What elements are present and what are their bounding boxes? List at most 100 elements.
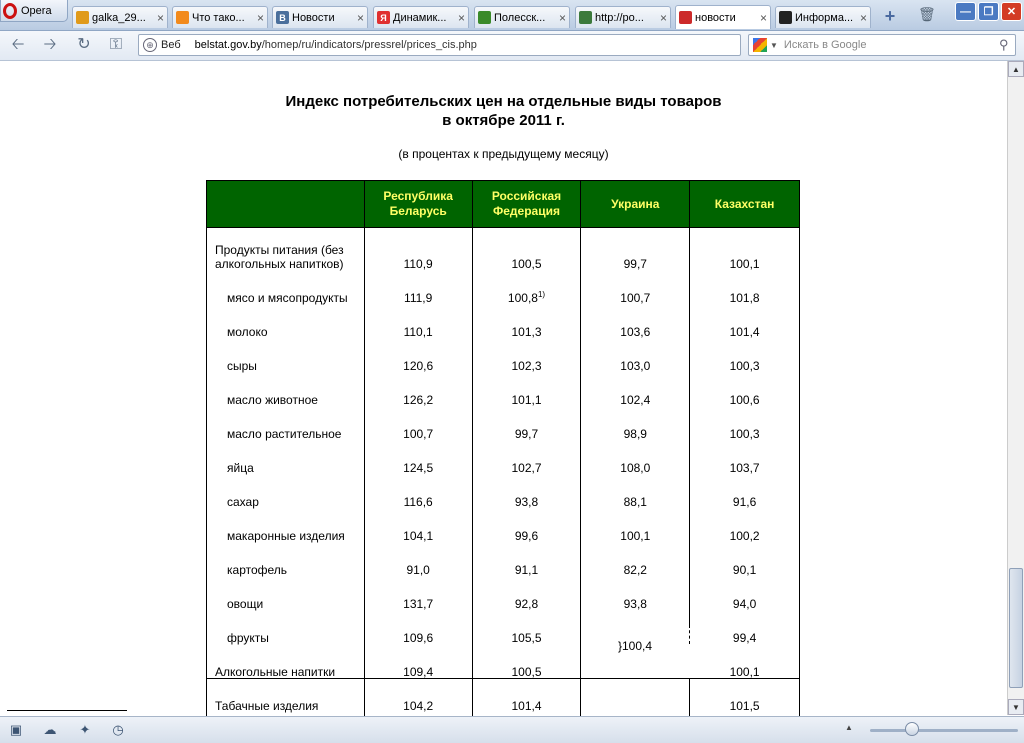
tab-title: Информа...	[795, 11, 854, 24]
close-window-button[interactable]: ✕	[1001, 2, 1022, 21]
tab-title: http://ро...	[595, 11, 644, 24]
price-index-table: Республика Беларусь Российская Федерация…	[206, 180, 800, 717]
new-tab-button[interactable]: +	[880, 7, 900, 26]
row-value: 99,7	[580, 227, 691, 274]
minimize-button[interactable]: —	[955, 2, 976, 21]
footnote-marker[interactable]: 1)	[538, 290, 545, 299]
tab-1[interactable]: Что тако... ×	[172, 6, 268, 28]
value-text: 100,2	[729, 529, 760, 543]
header-belarus: Республика Беларусь	[363, 180, 473, 228]
table-row: картофель 91,0 91,1 82,2 90,1	[206, 546, 800, 580]
forward-arrow-icon[interactable]: 🡢	[40, 35, 60, 55]
zoom-menu-icon[interactable]: ▲	[845, 723, 853, 732]
search-placeholder[interactable]: Искать в Google	[784, 39, 999, 51]
reload-icon[interactable]: ↻	[74, 35, 94, 55]
row-value: 93,8	[580, 580, 691, 614]
address-field[interactable]: ⊕ Веб belstat.gov.by/homep/ru/indicators…	[138, 34, 741, 56]
close-tab-icon[interactable]: ×	[257, 11, 264, 25]
value-text: 103,7	[729, 461, 760, 475]
row-value: 101,4	[689, 308, 800, 342]
tab-title: galka_29...	[92, 11, 146, 24]
panel-toggle-icon[interactable]: ▣	[8, 722, 24, 738]
tab-2[interactable]: B Новости ×	[272, 6, 368, 28]
value-text: 99,6	[514, 529, 539, 543]
opera-menu-button[interactable]: Opera	[0, 0, 68, 22]
close-tab-icon[interactable]: ×	[860, 11, 867, 25]
polesie-icon	[478, 11, 491, 24]
vertical-scrollbar[interactable]: ▲ ▼	[1007, 61, 1024, 715]
close-tab-icon[interactable]: ×	[760, 11, 767, 25]
merged-ukraine-value: }100,4	[618, 639, 653, 653]
row-label: фрукты	[206, 614, 365, 648]
row-value: 100,1	[689, 227, 800, 274]
value-text: 91,1	[514, 563, 539, 577]
tab-6[interactable]: новости ×	[675, 5, 771, 29]
tab-title: Что тако...	[192, 11, 245, 24]
status-bar: ▣ ☁ ✦ ◷ ▲	[0, 716, 1024, 743]
tab-title: Динамик...	[393, 11, 447, 24]
row-value: 100,7	[580, 274, 691, 308]
value-text: 100,8	[507, 291, 538, 305]
row-value: 103,6	[580, 308, 691, 342]
zoom-slider[interactable]	[870, 729, 1018, 732]
chevron-down-icon[interactable]: ▼	[770, 41, 778, 50]
yandex-icon: Я	[377, 11, 390, 24]
news-icon	[679, 11, 692, 24]
tab-5[interactable]: http://ро... ×	[575, 6, 671, 28]
tab-title: Полесск...	[494, 11, 546, 24]
table-row: Алкогольные напитки 109,4 100,5 100,1	[206, 648, 800, 682]
unite-icon[interactable]: ✦	[77, 722, 93, 738]
close-tab-icon[interactable]: ×	[458, 11, 465, 25]
page-title: Индекс потребительских цен на отдельные …	[0, 92, 1007, 130]
value-text: 101,8	[729, 291, 760, 305]
trash-icon[interactable]: 🗑	[918, 6, 936, 24]
row-value: 99,4	[689, 614, 800, 648]
tab-bar: Opera galka_29... × Что тако... × B Новости × Я…	[0, 0, 1024, 31]
scrollbar-thumb[interactable]	[1009, 568, 1023, 688]
value-text: 100,6	[729, 393, 760, 407]
value-text: 100,1	[729, 665, 760, 679]
row-value: 101,8	[689, 274, 800, 308]
zoom-slider-knob[interactable]	[905, 722, 919, 736]
close-tab-icon[interactable]: ×	[660, 11, 667, 25]
value-text: 99,7	[514, 427, 539, 441]
page-title-line2: в октябре 2011 г.	[442, 112, 565, 129]
search-icon[interactable]: ⚲	[999, 37, 1015, 53]
tab-3[interactable]: Я Динамик... ×	[373, 6, 469, 28]
speed-dial-icon[interactable]: ◷	[110, 722, 126, 738]
row-value: 82,2	[580, 546, 691, 580]
address-url[interactable]: belstat.gov.by/homep/ru/indicators/press…	[195, 39, 477, 51]
close-tab-icon[interactable]: ×	[157, 11, 164, 25]
table-bottom-rule	[206, 678, 800, 679]
row-value: 100,81)	[471, 274, 582, 308]
scroll-up-icon[interactable]: ▲	[1008, 61, 1024, 77]
close-tab-icon[interactable]: ×	[357, 11, 364, 25]
table-row: фрукты109,6105,596,999,4	[206, 614, 800, 648]
scroll-down-icon[interactable]: ▼	[1008, 699, 1024, 715]
row-value: 101,1	[471, 376, 582, 410]
search-field[interactable]: ▼ Искать в Google ⚲	[748, 34, 1016, 56]
header-kazakhstan: Казахстан	[689, 180, 800, 228]
cloud-icon[interactable]: ☁	[42, 722, 58, 738]
row-value: 100,2	[689, 512, 800, 546]
tab-0[interactable]: galka_29... ×	[72, 6, 168, 28]
row-label: яйца	[206, 444, 365, 478]
value-text: 111,9	[404, 291, 433, 305]
value-text: 90,1	[732, 563, 757, 577]
value-text: 94,0	[732, 597, 757, 611]
row-value: 100,1	[580, 512, 691, 546]
tab-4[interactable]: Полесск... ×	[474, 6, 570, 28]
restore-button[interactable]: ❐	[978, 2, 999, 21]
key-icon[interactable]: ⚿	[106, 35, 126, 55]
table-row: масло животное 126,2 101,1 102,4 100,6	[206, 376, 800, 410]
row-value: 109,6	[363, 614, 473, 648]
row-value: 90,1	[689, 546, 800, 580]
row-value: 91,1	[471, 546, 582, 580]
value-text: 108,0	[620, 461, 651, 475]
row-label: Продукты питания (без алкогольных напитк…	[206, 227, 365, 274]
opera-icon	[76, 11, 89, 24]
row-label: масло растительное	[206, 410, 365, 444]
back-arrow-icon[interactable]: 🡠	[8, 35, 28, 55]
close-tab-icon[interactable]: ×	[559, 11, 566, 25]
tab-7[interactable]: Информа... ×	[775, 6, 871, 28]
